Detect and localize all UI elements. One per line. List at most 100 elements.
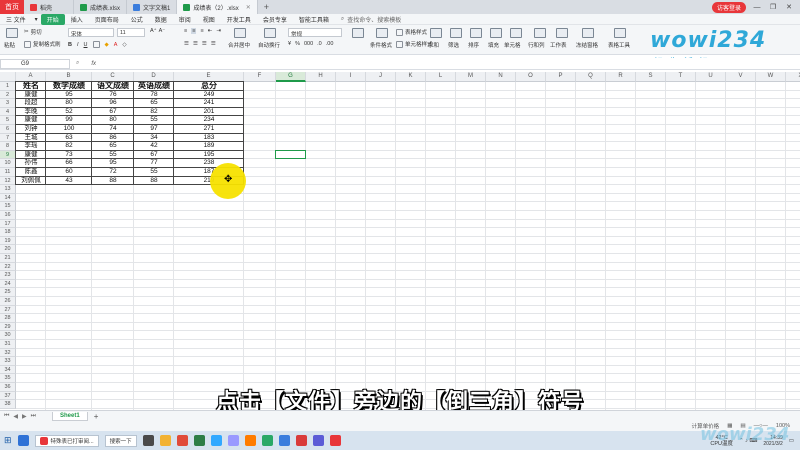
row-header[interactable]: 6 — [0, 125, 16, 134]
close-tab-icon[interactable]: ✕ — [246, 4, 251, 11]
table-style-button[interactable]: 表格样式 — [396, 28, 427, 36]
column-header-o[interactable]: O — [516, 72, 546, 82]
column-header-i[interactable]: I — [336, 72, 366, 82]
menu-member[interactable]: 会员专享 — [257, 15, 293, 24]
menu-insert[interactable]: 插入 — [65, 15, 89, 24]
sort-button[interactable]: 排序 — [468, 41, 479, 49]
next-sheet-icon[interactable]: ▶ — [22, 413, 27, 420]
font-color-icon[interactable]: A — [114, 42, 118, 48]
row-header[interactable]: 18 — [0, 228, 16, 237]
column-header-g[interactable]: G — [276, 72, 306, 82]
row-header[interactable]: 19 — [0, 236, 16, 246]
maximize-icon[interactable]: ❐ — [768, 3, 778, 11]
chrome-icon[interactable] — [176, 435, 188, 446]
app-icon[interactable] — [312, 435, 324, 446]
table-tools-icon[interactable] — [614, 28, 626, 38]
freeze-icon[interactable] — [582, 28, 594, 38]
row-header[interactable]: 25 — [0, 288, 16, 297]
row-header[interactable]: 17 — [0, 219, 16, 229]
tab-score2-xlsx[interactable]: 成绩表（2）.xlsx ✕ — [177, 0, 258, 14]
row-header[interactable]: 29 — [0, 322, 16, 332]
font-grow-button[interactable]: A⁺ A⁻ — [150, 28, 165, 34]
row-header[interactable]: 31 — [0, 340, 16, 349]
row-header[interactable]: 11 — [0, 168, 16, 177]
cells-icon[interactable] — [510, 28, 522, 38]
wechat-icon[interactable] — [261, 435, 273, 446]
menu-start[interactable]: 开始 — [40, 13, 65, 25]
excel-icon[interactable] — [193, 435, 205, 446]
sum-icon[interactable] — [430, 28, 442, 38]
wrap-text-button[interactable]: 自动换行 — [258, 41, 280, 49]
row-header[interactable]: 15 — [0, 202, 16, 211]
row-header[interactable]: 32 — [0, 348, 16, 358]
row-header[interactable]: 30 — [0, 331, 16, 340]
column-header-l[interactable]: L — [426, 72, 456, 82]
menu-view[interactable]: 视图 — [197, 15, 221, 24]
column-header-t[interactable]: T — [666, 72, 696, 82]
prev-sheet-icon[interactable]: ◀ — [13, 413, 18, 420]
record-icon[interactable] — [295, 435, 307, 446]
tab-score-xlsx[interactable]: 成绩表.xlsx — [74, 0, 128, 14]
menu-developer[interactable]: 开发工具 — [221, 15, 257, 24]
row-header[interactable]: 4 — [0, 107, 16, 117]
home-tab[interactable]: 首页 — [0, 0, 24, 14]
select-all-corner[interactable] — [0, 72, 16, 82]
underline-icon[interactable]: U — [84, 42, 88, 48]
row-header[interactable]: 27 — [0, 305, 16, 315]
windows-start-icon[interactable]: ⊞ — [4, 435, 12, 446]
row-header[interactable]: 8 — [0, 142, 16, 151]
first-sheet-icon[interactable]: ⏮ — [4, 413, 9, 420]
worksheet-button[interactable]: 工作表 — [550, 41, 567, 49]
premiere-icon[interactable] — [227, 435, 239, 446]
file-menu[interactable]: 三 文件 — [0, 15, 32, 24]
fill-icon[interactable] — [490, 28, 502, 38]
column-header-f[interactable]: F — [244, 72, 276, 82]
command-search[interactable]: ⌕ 查找命令、搜索模板 — [341, 15, 401, 24]
row-header[interactable]: 22 — [0, 262, 16, 272]
zoom-icon[interactable]: ⌕ — [76, 60, 79, 67]
menu-smart-tools[interactable]: 智能工具箱 — [293, 15, 335, 24]
align-middle-icon[interactable]: ≡ — [191, 28, 197, 34]
cut-button[interactable]: ✂ 剪切 — [24, 28, 42, 36]
align-top-icon[interactable]: ≡ — [184, 28, 187, 34]
tab-docer[interactable]: 稻壳 — [24, 0, 74, 14]
fill-color-icon[interactable]: ◆ — [105, 42, 109, 48]
fx-icon[interactable]: fx — [91, 61, 96, 67]
bold-icon[interactable]: B — [68, 42, 72, 48]
row-header[interactable]: 9 — [0, 150, 16, 160]
close-window-icon[interactable]: ✕ — [784, 3, 794, 11]
row-header[interactable]: 5 — [0, 116, 16, 125]
paste-icon[interactable] — [6, 28, 18, 38]
merge-center-button[interactable]: 合并居中 — [228, 41, 250, 49]
edge-icon[interactable] — [17, 435, 29, 446]
italic-icon[interactable]: I — [77, 42, 79, 48]
font-family-select[interactable]: 宋体 — [68, 28, 114, 38]
row-header[interactable]: 13 — [0, 185, 16, 194]
fill-button[interactable]: 填充 — [488, 41, 499, 49]
align-right-icon[interactable]: ☰ — [202, 41, 207, 47]
row-header[interactable]: 24 — [0, 279, 16, 289]
word-icon[interactable] — [278, 435, 290, 446]
sheet-tab-sheet1[interactable]: Sheet1 — [52, 411, 88, 421]
row-header[interactable]: 1 — [0, 82, 16, 91]
row-header[interactable]: 16 — [0, 211, 16, 220]
type-convert-icon[interactable] — [352, 28, 364, 38]
file-dropdown-icon[interactable]: ▾ — [32, 16, 41, 23]
photoshop-icon[interactable] — [210, 435, 222, 446]
login-button[interactable]: 访客登录 — [711, 1, 746, 13]
minimize-icon[interactable]: — — [752, 4, 762, 11]
menu-data[interactable]: 数据 — [149, 15, 173, 24]
column-header-p[interactable]: P — [546, 72, 576, 82]
sort-icon[interactable] — [470, 28, 482, 38]
number-format-select[interactable]: 常规 — [288, 28, 342, 38]
rowcol-icon[interactable] — [534, 28, 546, 38]
column-header-u[interactable]: U — [696, 72, 726, 82]
column-header-n[interactable]: N — [486, 72, 516, 82]
decimal-increase-icon[interactable]: .0 — [317, 41, 322, 47]
decimal-decrease-icon[interactable]: .00 — [326, 41, 334, 47]
wrap-icon[interactable] — [264, 28, 276, 38]
wps-taskbar-icon[interactable] — [329, 435, 341, 446]
row-header[interactable]: 10 — [0, 159, 16, 168]
column-header-x[interactable]: X — [786, 72, 800, 82]
filter-button[interactable]: 筛选 — [448, 41, 459, 49]
